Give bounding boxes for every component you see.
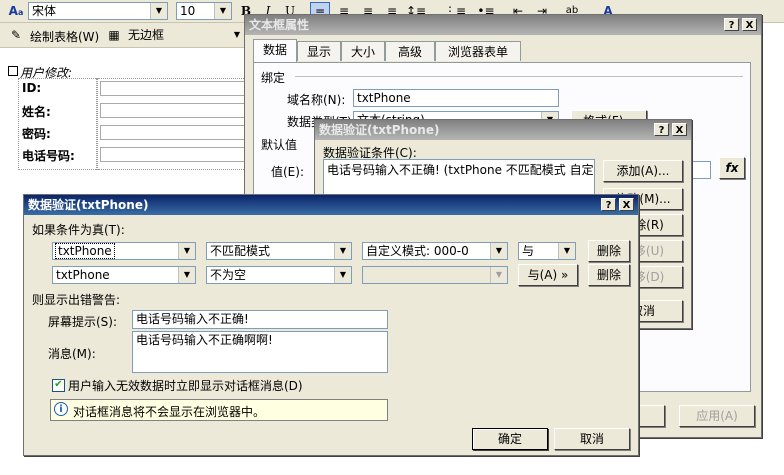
condition-value-value: 自定义模式: 000-0 bbox=[366, 244, 469, 258]
condition-field-value: txtPhone bbox=[56, 268, 110, 282]
chevron-down-icon[interactable]: ▼ bbox=[229, 27, 245, 43]
conditions-list[interactable]: 电话号码输入不正确! (txtPhone 不匹配模式 自定 bbox=[323, 159, 595, 197]
default-group-label: 默认值 bbox=[261, 138, 298, 152]
field-name-label: 域名称(N): bbox=[287, 93, 346, 107]
apply-button[interactable]: 应用(A) bbox=[679, 405, 755, 427]
style-icon[interactable]: Aa bbox=[6, 2, 26, 20]
info-bar: i 对话框消息将不会显示在浏览器中。 bbox=[50, 399, 388, 421]
tab-size[interactable]: 大小 bbox=[341, 41, 385, 61]
tab-advanced[interactable]: 高级 bbox=[385, 41, 435, 61]
close-icon[interactable]: X bbox=[672, 123, 687, 136]
tab-browser-forms[interactable]: 浏览器表单 bbox=[435, 41, 521, 61]
condition-field-value: txtPhone bbox=[55, 243, 115, 259]
fx-button[interactable]: fx bbox=[719, 157, 745, 179]
field-name-input[interactable]: txtPhone bbox=[353, 89, 559, 107]
close-icon[interactable]: X bbox=[742, 18, 757, 31]
chevron-down-icon[interactable]: ▼ bbox=[558, 243, 575, 259]
validation-condition-dialog: 数据验证(txtPhone) ? X 如果条件为真(T): txtPhone ▼… bbox=[23, 194, 639, 456]
value-label: 值(E): bbox=[271, 165, 304, 179]
password-label: 密码: bbox=[22, 127, 51, 141]
show-dialog-checkbox[interactable]: ✔ bbox=[52, 379, 65, 392]
chevron-down-icon[interactable]: ▼ bbox=[490, 243, 507, 259]
validation-condition-titlebar: 数据验证(txtPhone) ? X bbox=[24, 195, 638, 215]
dialog-title: 文本框属性 bbox=[249, 18, 310, 32]
condition-value-select[interactable]: 自定义模式: 000-0 ▼ bbox=[362, 242, 508, 260]
font-size-value: 10 bbox=[180, 4, 196, 18]
condition-logic-select[interactable]: 与 ▼ bbox=[518, 242, 576, 260]
delete-condition-button[interactable]: 删除 bbox=[588, 264, 630, 286]
dialog-title: 数据验证(txtPhone) bbox=[319, 123, 440, 137]
divider bbox=[295, 76, 743, 77]
list-item[interactable]: 电话号码输入不正确! (txtPhone 不匹配模式 自定 bbox=[324, 160, 594, 179]
if-true-label: 如果条件为真(T): bbox=[32, 223, 125, 237]
chevron-down-icon[interactable]: ▼ bbox=[214, 3, 231, 19]
id-textbox[interactable] bbox=[100, 81, 250, 96]
condition-operator-value: 不为空 bbox=[210, 268, 247, 282]
tab-display[interactable]: 显示 bbox=[297, 41, 341, 61]
form-marker-icon bbox=[8, 66, 18, 76]
dialog-title: 数据验证(txtPhone) bbox=[28, 198, 149, 212]
name-textbox[interactable] bbox=[100, 103, 250, 118]
table-divider bbox=[96, 78, 98, 170]
font-size-combo[interactable]: 10 ▼ bbox=[176, 2, 232, 20]
textbox-properties-titlebar: 文本框属性 ? X bbox=[245, 15, 761, 35]
document-area: 用户修改: ID: 姓名: 密码: 电话号码: bbox=[0, 48, 250, 188]
pencil-icon: ✎ bbox=[10, 28, 22, 42]
help-icon[interactable]: ? bbox=[654, 123, 669, 136]
close-icon[interactable]: X bbox=[619, 198, 634, 211]
condition-operator-value: 不匹配模式 bbox=[210, 244, 271, 258]
ok-button[interactable]: 确定 bbox=[472, 428, 548, 450]
message-label: 消息(M): bbox=[48, 347, 96, 361]
phone-label: 电话号码: bbox=[22, 149, 75, 163]
chevron-down-icon[interactable]: ▼ bbox=[490, 267, 507, 283]
table-icon: ▦ bbox=[108, 28, 120, 42]
tab-data[interactable]: 数据 bbox=[253, 39, 297, 62]
screen-tip-input[interactable]: 电话号码输入不正确! bbox=[132, 310, 388, 329]
cancel-button[interactable]: 取消 bbox=[554, 428, 630, 450]
help-icon[interactable]: ? bbox=[601, 198, 616, 211]
draw-table-button[interactable]: 绘制表格(W) bbox=[30, 28, 99, 45]
screen-tip-label: 屏幕提示(S): bbox=[48, 315, 118, 329]
condition-operator-select[interactable]: 不匹配模式 ▼ bbox=[206, 242, 352, 260]
chevron-down-icon[interactable]: ▼ bbox=[178, 243, 195, 259]
table-toolbar: ✎ 绘制表格(W) ▦ 无边框 ▼ bbox=[0, 23, 250, 48]
chevron-down-icon[interactable]: ▼ bbox=[334, 243, 351, 259]
name-label: 姓名: bbox=[22, 105, 51, 119]
delete-condition-button[interactable]: 删除 bbox=[588, 240, 630, 262]
font-name-value: 宋体 bbox=[32, 4, 57, 18]
border-style-value: 无边框 bbox=[128, 28, 165, 42]
add-button[interactable]: 添加(A)... bbox=[603, 160, 683, 182]
condition-value-select[interactable]: ▼ bbox=[362, 266, 508, 284]
condition-operator-select[interactable]: 不为空 ▼ bbox=[206, 266, 352, 284]
info-text: 对话框消息将不会显示在浏览器中。 bbox=[73, 405, 266, 419]
show-dialog-checkbox-label[interactable]: 用户输入无效数据时立即显示对话框消息(D) bbox=[68, 377, 303, 394]
info-icon: i bbox=[54, 402, 68, 416]
validation-list-titlebar: 数据验证(txtPhone) ? X bbox=[315, 120, 691, 140]
alert-label: 则显示出错警告: bbox=[32, 293, 121, 307]
font-name-combo[interactable]: 宋体 ▼ bbox=[28, 2, 168, 20]
condition-field-select[interactable]: txtPhone ▼ bbox=[52, 242, 196, 260]
phone-textbox[interactable] bbox=[100, 147, 250, 162]
chevron-down-icon[interactable]: ▼ bbox=[334, 267, 351, 283]
chevron-down-icon[interactable]: ▼ bbox=[150, 3, 167, 19]
and-button[interactable]: 与(A) » bbox=[518, 264, 578, 286]
condition-logic-value: 与 bbox=[522, 244, 535, 258]
help-icon[interactable]: ? bbox=[724, 18, 739, 31]
message-textarea[interactable]: 电话号码输入不正确啊啊! bbox=[132, 331, 388, 373]
id-label: ID: bbox=[22, 81, 42, 95]
binding-group-label: 绑定 bbox=[261, 71, 286, 85]
chevron-down-icon[interactable]: ▼ bbox=[178, 267, 195, 283]
border-style-combo[interactable]: 无边框 ▼ bbox=[124, 26, 246, 44]
password-textbox[interactable] bbox=[100, 125, 250, 140]
condition-field-select[interactable]: txtPhone ▼ bbox=[52, 266, 196, 284]
